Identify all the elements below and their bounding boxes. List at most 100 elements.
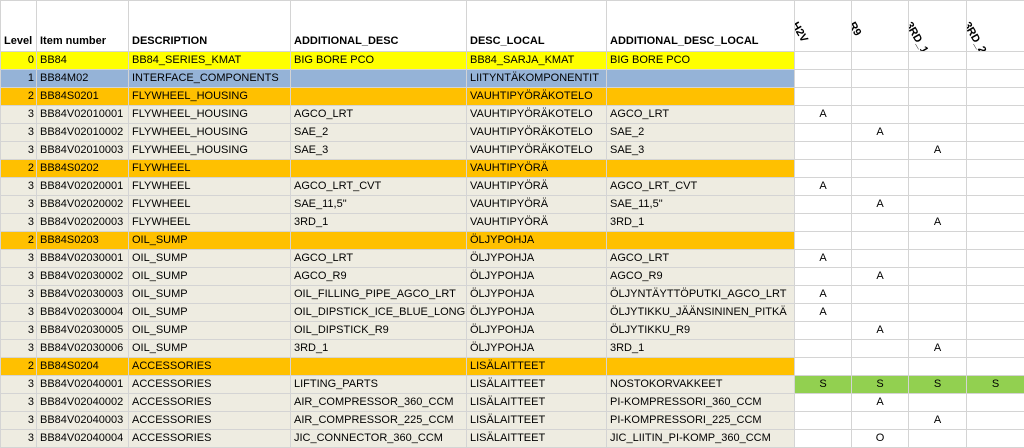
- item-number-cell[interactable]: BB84S0203: [37, 232, 129, 250]
- level-cell[interactable]: 3: [1, 322, 37, 340]
- additional-desc-local-cell[interactable]: AGCO_LRT: [607, 250, 795, 268]
- additional-desc-local-cell[interactable]: BIG BORE PCO: [607, 52, 795, 70]
- level-cell[interactable]: 2: [1, 232, 37, 250]
- level-cell[interactable]: 3: [1, 196, 37, 214]
- variant-flag-cell[interactable]: [795, 412, 852, 430]
- level-cell[interactable]: 2: [1, 160, 37, 178]
- item-number-cell[interactable]: BB84V02030004: [37, 304, 129, 322]
- additional-desc-cell[interactable]: AGCO_LRT_CVT: [291, 178, 467, 196]
- item-number-cell[interactable]: BB84V02020002: [37, 196, 129, 214]
- variant-flag-cell[interactable]: [852, 106, 909, 124]
- variant-flag-cell[interactable]: [852, 412, 909, 430]
- desc-local-cell[interactable]: LISÄLAITTEET: [467, 358, 607, 376]
- additional-desc-local-cell[interactable]: ÖLJYTIKKU_R9: [607, 322, 795, 340]
- header-h2v[interactable]: H2V: [795, 1, 852, 52]
- desc-local-cell[interactable]: BB84_SARJA_KMAT: [467, 52, 607, 70]
- variant-flag-cell[interactable]: [795, 124, 852, 142]
- description-cell[interactable]: FLYWHEEL: [129, 178, 291, 196]
- desc-local-cell[interactable]: LISÄLAITTEET: [467, 394, 607, 412]
- variant-flag-cell[interactable]: [967, 196, 1024, 214]
- variant-flag-cell[interactable]: [909, 322, 967, 340]
- variant-flag-cell[interactable]: A: [795, 250, 852, 268]
- additional-desc-local-cell[interactable]: PI-KOMPRESSORI_225_CCM: [607, 412, 795, 430]
- variant-flag-cell[interactable]: [909, 70, 967, 88]
- description-cell[interactable]: FLYWHEEL_HOUSING: [129, 124, 291, 142]
- description-cell[interactable]: ACCESSORIES: [129, 358, 291, 376]
- description-cell[interactable]: OIL_SUMP: [129, 250, 291, 268]
- variant-flag-cell[interactable]: S: [852, 376, 909, 394]
- additional-desc-cell[interactable]: OIL_DIPSTICK_ICE_BLUE_LONG: [291, 304, 467, 322]
- variant-flag-cell[interactable]: [967, 178, 1024, 196]
- additional-desc-local-cell[interactable]: [607, 70, 795, 88]
- additional-desc-local-cell[interactable]: [607, 232, 795, 250]
- variant-flag-cell[interactable]: [967, 160, 1024, 178]
- additional-desc-cell[interactable]: OIL_FILLING_PIPE_AGCO_LRT: [291, 286, 467, 304]
- desc-local-cell[interactable]: VAUHTIPYÖRÄKOTELO: [467, 106, 607, 124]
- header-3rd-2[interactable]: 3RD_2: [967, 1, 1024, 52]
- desc-local-cell[interactable]: ÖLJYPOHJA: [467, 304, 607, 322]
- header-level[interactable]: Level: [1, 1, 37, 52]
- description-cell[interactable]: FLYWHEEL_HOUSING: [129, 106, 291, 124]
- variant-flag-cell[interactable]: [967, 70, 1024, 88]
- additional-desc-local-cell[interactable]: PI-KOMPRESSORI_360_CCM: [607, 394, 795, 412]
- variant-flag-cell[interactable]: A: [852, 268, 909, 286]
- level-cell[interactable]: 3: [1, 394, 37, 412]
- variant-flag-cell[interactable]: [909, 178, 967, 196]
- variant-flag-cell[interactable]: [852, 52, 909, 70]
- additional-desc-cell[interactable]: SAE_2: [291, 124, 467, 142]
- additional-desc-cell[interactable]: AIR_COMPRESSOR_360_CCM: [291, 394, 467, 412]
- additional-desc-local-cell[interactable]: SAE_2: [607, 124, 795, 142]
- additional-desc-cell[interactable]: AGCO_LRT: [291, 106, 467, 124]
- variant-flag-cell[interactable]: [852, 304, 909, 322]
- variant-flag-cell[interactable]: A: [909, 142, 967, 160]
- additional-desc-cell[interactable]: AGCO_LRT: [291, 250, 467, 268]
- variant-flag-cell[interactable]: A: [852, 196, 909, 214]
- variant-flag-cell[interactable]: [852, 286, 909, 304]
- level-cell[interactable]: 3: [1, 124, 37, 142]
- desc-local-cell[interactable]: VAUHTIPYÖRÄ: [467, 196, 607, 214]
- additional-desc-local-cell[interactable]: AGCO_LRT: [607, 106, 795, 124]
- variant-flag-cell[interactable]: [795, 268, 852, 286]
- description-cell[interactable]: OIL_SUMP: [129, 286, 291, 304]
- desc-local-cell[interactable]: LISÄLAITTEET: [467, 412, 607, 430]
- description-cell[interactable]: OIL_SUMP: [129, 322, 291, 340]
- header-additional-desc-local[interactable]: ADDITIONAL_DESC_LOCAL: [607, 1, 795, 52]
- variant-flag-cell[interactable]: [909, 268, 967, 286]
- item-number-cell[interactable]: BB84S0202: [37, 160, 129, 178]
- variant-flag-cell[interactable]: A: [852, 124, 909, 142]
- description-cell[interactable]: FLYWHEEL: [129, 160, 291, 178]
- variant-flag-cell[interactable]: [909, 358, 967, 376]
- variant-flag-cell[interactable]: [909, 124, 967, 142]
- item-number-cell[interactable]: BB84V02040003: [37, 412, 129, 430]
- description-cell[interactable]: OIL_SUMP: [129, 304, 291, 322]
- additional-desc-local-cell[interactable]: ÖLJYNTÄYTTÖPUTKI_AGCO_LRT: [607, 286, 795, 304]
- header-item-number[interactable]: Item number: [37, 1, 129, 52]
- variant-flag-cell[interactable]: [909, 250, 967, 268]
- variant-flag-cell[interactable]: [967, 394, 1024, 412]
- item-number-cell[interactable]: BB84S0204: [37, 358, 129, 376]
- item-number-cell[interactable]: BB84V02040002: [37, 394, 129, 412]
- variant-flag-cell[interactable]: [909, 106, 967, 124]
- variant-flag-cell[interactable]: [795, 160, 852, 178]
- item-number-cell[interactable]: BB84V02010002: [37, 124, 129, 142]
- variant-flag-cell[interactable]: [909, 88, 967, 106]
- description-cell[interactable]: FLYWHEEL_HOUSING: [129, 142, 291, 160]
- description-cell[interactable]: OIL_SUMP: [129, 232, 291, 250]
- description-cell[interactable]: OIL_SUMP: [129, 268, 291, 286]
- variant-flag-cell[interactable]: [795, 358, 852, 376]
- desc-local-cell[interactable]: ÖLJYPOHJA: [467, 340, 607, 358]
- variant-flag-cell[interactable]: [852, 232, 909, 250]
- header-r9[interactable]: R9: [852, 1, 909, 52]
- header-additional-desc[interactable]: ADDITIONAL_DESC: [291, 1, 467, 52]
- description-cell[interactable]: FLYWHEEL: [129, 214, 291, 232]
- level-cell[interactable]: 3: [1, 268, 37, 286]
- additional-desc-cell[interactable]: [291, 358, 467, 376]
- variant-flag-cell[interactable]: [967, 88, 1024, 106]
- additional-desc-local-cell[interactable]: ÖLJYTIKKU_JÄÄNSININEN_PITKÄ: [607, 304, 795, 322]
- variant-flag-cell[interactable]: [909, 286, 967, 304]
- additional-desc-cell[interactable]: OIL_DIPSTICK_R9: [291, 322, 467, 340]
- variant-flag-cell[interactable]: [967, 106, 1024, 124]
- additional-desc-local-cell[interactable]: 3RD_1: [607, 340, 795, 358]
- level-cell[interactable]: 3: [1, 286, 37, 304]
- desc-local-cell[interactable]: ÖLJYPOHJA: [467, 268, 607, 286]
